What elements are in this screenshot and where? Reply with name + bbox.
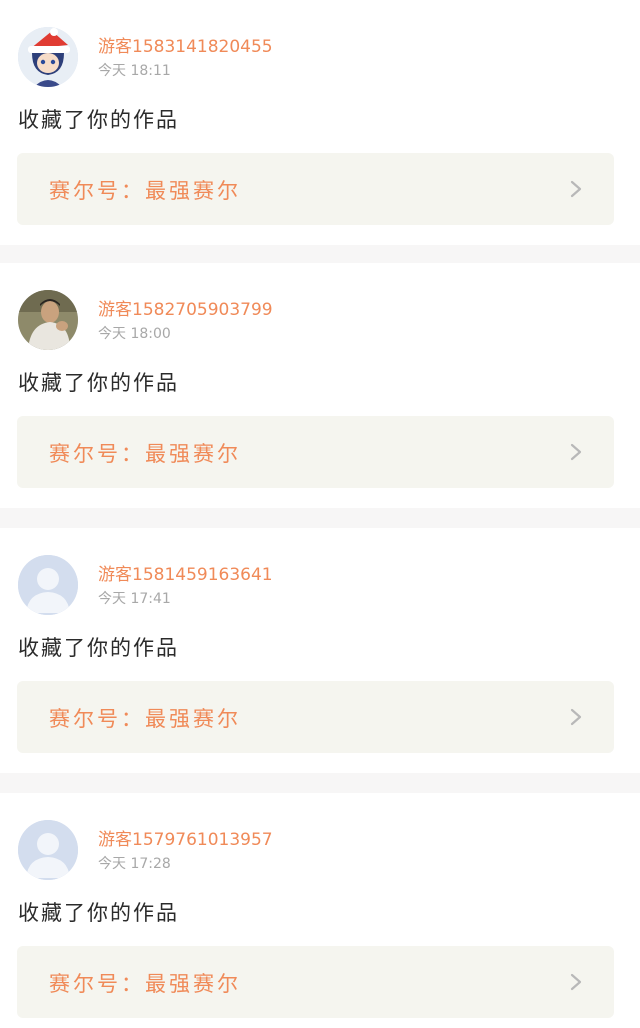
work-link[interactable]: 赛尔号：最强赛尔 <box>17 946 614 1018</box>
timestamp: 今天 17:41 <box>98 591 171 607</box>
chevron-right-icon <box>570 180 582 198</box>
notification-feed: 游客1583141820455 今天 18:11 收藏了你的作品 赛尔号：最强赛… <box>0 0 640 1028</box>
action-text: 收藏了你的作品 <box>18 901 179 925</box>
username[interactable]: 游客1581459163641 <box>98 560 273 585</box>
avatar[interactable] <box>18 820 78 880</box>
chevron-right-icon <box>570 973 582 991</box>
action-text: 收藏了你的作品 <box>18 636 179 660</box>
avatar[interactable] <box>18 555 78 615</box>
work-link[interactable]: 赛尔号：最强赛尔 <box>17 681 614 753</box>
username[interactable]: 游客1579761013957 <box>98 825 273 850</box>
work-title: 赛尔号：最强赛尔 <box>49 972 241 996</box>
default-user-avatar-icon <box>18 555 78 615</box>
work-title: 赛尔号：最强赛尔 <box>49 179 241 203</box>
chevron-right-icon <box>570 708 582 726</box>
avatar[interactable] <box>18 290 78 350</box>
username[interactable]: 游客1582705903799 <box>98 295 273 320</box>
action-text: 收藏了你的作品 <box>18 371 179 395</box>
work-title: 赛尔号：最强赛尔 <box>49 707 241 731</box>
default-user-avatar-icon <box>18 820 78 880</box>
work-link[interactable]: 赛尔号：最强赛尔 <box>17 153 614 225</box>
chevron-right-icon <box>570 443 582 461</box>
action-text: 收藏了你的作品 <box>18 108 179 132</box>
timestamp: 今天 17:28 <box>98 856 171 872</box>
timestamp: 今天 18:00 <box>98 326 171 342</box>
username[interactable]: 游客1583141820455 <box>98 32 273 57</box>
work-link[interactable]: 赛尔号：最强赛尔 <box>17 416 614 488</box>
notification-card: 游客1583141820455 今天 18:11 收藏了你的作品 赛尔号：最强赛… <box>0 0 640 245</box>
anime-avatar-icon <box>18 27 78 87</box>
notification-card: 游客1579761013957 今天 17:28 收藏了你的作品 赛尔号：最强赛… <box>0 793 640 1028</box>
work-title: 赛尔号：最强赛尔 <box>49 442 241 466</box>
photo-avatar-icon <box>18 290 78 350</box>
notification-card: 游客1581459163641 今天 17:41 收藏了你的作品 赛尔号：最强赛… <box>0 528 640 773</box>
avatar[interactable] <box>18 27 78 87</box>
timestamp: 今天 18:11 <box>98 63 171 79</box>
notification-card: 游客1582705903799 今天 18:00 收藏了你的作品 赛尔号：最强赛… <box>0 263 640 508</box>
